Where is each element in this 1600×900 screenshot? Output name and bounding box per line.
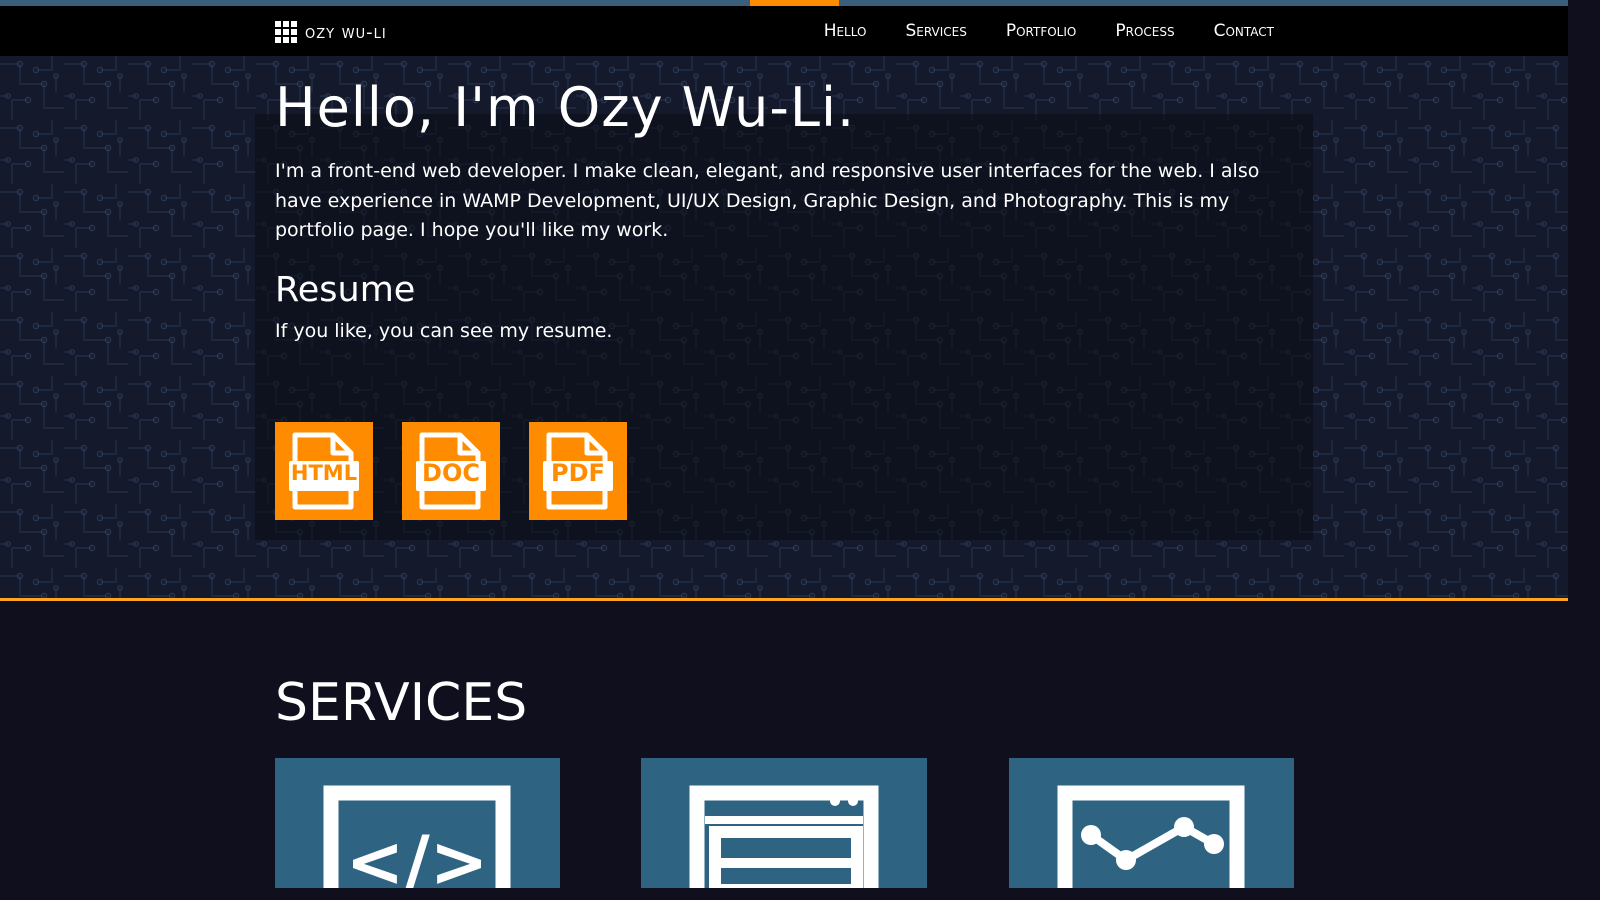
navbar: ozy wu-li Hello Services Portfolio Proce… xyxy=(0,6,1568,56)
service-card-layout[interactable] xyxy=(641,758,927,888)
resume-description: If you like, you can see my resume. xyxy=(275,320,613,342)
nav-link-services[interactable]: Services xyxy=(905,21,966,41)
brand-logo-link[interactable]: ozy wu-li xyxy=(275,20,387,44)
nav-menu: Hello Services Portfolio Process Contact xyxy=(824,6,1274,56)
nav-link-process[interactable]: Process xyxy=(1115,21,1174,41)
service-card-code[interactable]: </> xyxy=(275,758,560,888)
resume-doc-button[interactable]: DOC xyxy=(402,422,500,520)
nav-link-contact[interactable]: Contact xyxy=(1214,21,1274,41)
brand-name: ozy wu-li xyxy=(305,21,387,43)
nav-link-hello[interactable]: Hello xyxy=(824,21,867,41)
code-icon: </> xyxy=(323,785,511,888)
grid-icon xyxy=(275,21,297,43)
service-card-analytics[interactable] xyxy=(1009,758,1294,888)
svg-text:</>: </> xyxy=(346,821,489,888)
hero-title: Hello, I'm Ozy Wu-Li. xyxy=(275,76,856,139)
resume-html-label: HTML xyxy=(290,461,358,485)
line-graph-icon xyxy=(1057,785,1245,888)
browser-layout-icon xyxy=(689,785,879,888)
resume-heading: Resume xyxy=(275,270,416,310)
services-title: SERVICES xyxy=(275,673,528,733)
services-section: SERVICES </> xyxy=(0,601,1568,888)
resume-doc-label: DOC xyxy=(422,459,480,487)
hero-description: I'm a front-end web developer. I make cl… xyxy=(275,160,1260,241)
nav-link-portfolio[interactable]: Portfolio xyxy=(1006,21,1077,41)
resume-pdf-label: PDF xyxy=(551,459,605,487)
resume-html-button[interactable]: HTML xyxy=(275,422,373,520)
resume-pdf-button[interactable]: PDF xyxy=(529,422,627,520)
